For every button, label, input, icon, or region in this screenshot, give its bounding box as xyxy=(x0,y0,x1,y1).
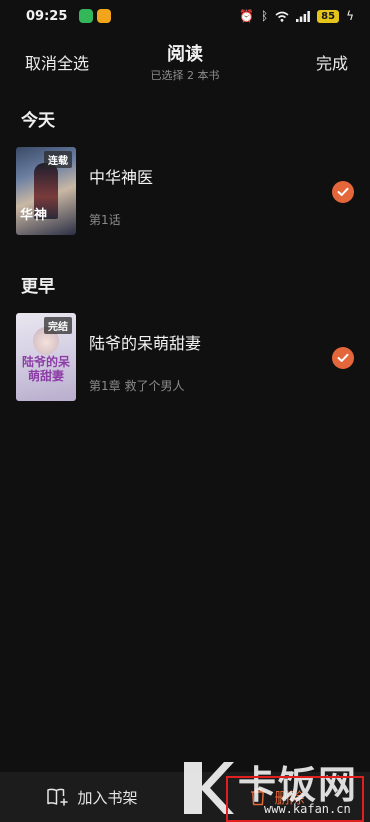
cover-title-art: 华神 xyxy=(20,208,49,223)
reading-progress: 第1话 xyxy=(89,213,121,227)
section-heading-today: 今天 xyxy=(21,111,55,131)
charging-icon: ϟ xyxy=(346,9,354,23)
delete-label: 删除 xyxy=(274,788,305,807)
status-bar: 09:25 ⏰ ᛒ 85 ϟ xyxy=(0,0,370,32)
done-button[interactable]: 完成 xyxy=(316,50,348,74)
book-title: 中华神医 xyxy=(89,168,154,187)
reading-progress: 第1章 救了个男人 xyxy=(89,379,185,393)
trash-icon xyxy=(251,788,266,806)
book-title: 陆爷的呆萌甜妻 xyxy=(89,334,202,353)
wechat-notification-icon xyxy=(79,9,94,23)
bottom-action-bar: 加入书架 删除 xyxy=(0,772,370,822)
add-to-shelf-label: 加入书架 xyxy=(77,788,138,807)
book-add-icon xyxy=(47,788,69,806)
delete-button[interactable]: 删除 xyxy=(185,772,370,822)
status-indicators: ⏰ ᛒ 85 ϟ xyxy=(239,9,354,23)
status-time: 09:25 xyxy=(26,8,68,24)
alarm-icon: ⏰ xyxy=(239,9,254,23)
top-bar: 取消全选 阅读 已选择 2 本书 完成 xyxy=(0,32,370,88)
selection-count: 已选择 2 本书 xyxy=(150,69,220,82)
bluetooth-icon: ᛒ xyxy=(260,9,269,23)
add-to-shelf-button[interactable]: 加入书架 xyxy=(0,772,185,822)
section-heading-earlier: 更早 xyxy=(21,277,55,297)
completed-status-badge: 完结 xyxy=(44,317,72,334)
page-title: 阅读 xyxy=(167,44,203,65)
signal-icon xyxy=(296,10,311,22)
selected-check-icon[interactable] xyxy=(332,181,354,203)
book-cover: 华神 连载 xyxy=(16,147,76,235)
book-row[interactable]: 陆爷的呆萌甜妻 完结 陆爷的呆萌甜妻 第1章 救了个男人 xyxy=(0,313,370,405)
book-row[interactable]: 华神 连载 中华神医 第1话 xyxy=(0,147,370,239)
battery-indicator: 85 xyxy=(317,9,340,23)
cover-title-art: 陆爷的呆萌甜妻 xyxy=(21,355,70,383)
wifi-icon xyxy=(275,11,289,22)
weibo-notification-icon xyxy=(97,9,112,23)
book-cover: 陆爷的呆萌甜妻 完结 xyxy=(16,313,76,401)
selected-check-icon[interactable] xyxy=(332,347,354,369)
serial-status-badge: 连载 xyxy=(44,151,72,168)
